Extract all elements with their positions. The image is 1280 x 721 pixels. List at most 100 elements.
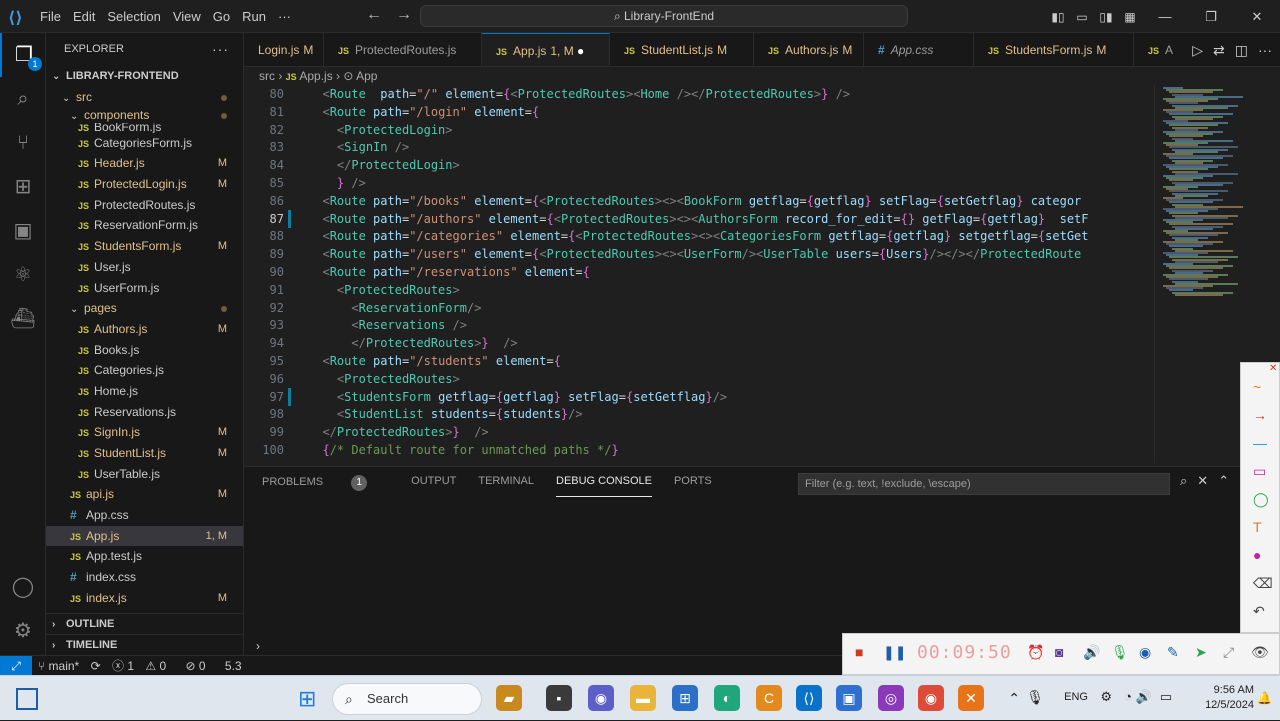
tab-output[interactable]: OUTPUT <box>411 475 456 497</box>
edge-browser-icon[interactable]: ◐ <box>714 685 740 711</box>
restore-button[interactable]: ❐ <box>1188 9 1234 25</box>
tab-studentsform-js[interactable]: JS StudentsForm.js M <box>974 33 1134 66</box>
ellipse-tool-icon[interactable]: ◯ <box>1253 491 1269 508</box>
menu-view[interactable]: View <box>167 9 207 24</box>
docker-icon[interactable]: ⛴ <box>0 297 46 341</box>
code-line[interactable]: 84 </ProtectedLogin> <box>244 156 1154 174</box>
wifi-icon[interactable]: ◔ <box>1124 689 1132 704</box>
code-line[interactable]: 95 <Route path="/students" element={ <box>244 352 1154 370</box>
notification-bell-icon[interactable]: 🔔 <box>1257 691 1272 705</box>
close-annotation-icon[interactable]: ✕ <box>1269 363 1277 374</box>
file-header-js[interactable]: JS Header.js M <box>46 153 243 174</box>
menu-go[interactable]: Go <box>207 9 236 24</box>
pen-icon[interactable]: ✎ <box>1167 644 1179 661</box>
files-app-icon[interactable]: ▪ <box>546 685 572 711</box>
line-tool-icon[interactable]: — <box>1253 435 1267 451</box>
rectangle-tool-icon[interactable]: ▭ <box>1253 463 1266 480</box>
code-line[interactable]: 85 } /> <box>244 174 1154 192</box>
code-line[interactable]: 99 </ProtectedRoutes>} /> <box>244 423 1154 441</box>
file-studentlist-js[interactable]: JS StudentList.js M <box>46 443 243 464</box>
debug-filter-input[interactable]: Filter (e.g. text, !exclude, \escape) <box>798 473 1170 495</box>
vscode-taskbar-icon[interactable]: ⟨⟩ <box>796 685 822 711</box>
teams-app-icon[interactable]: ◉ <box>588 685 614 711</box>
code-line[interactable]: 90 <Route path="/reservations" element={ <box>244 263 1154 281</box>
extensions-icon[interactable]: ⊞ <box>0 165 46 209</box>
code-line[interactable]: 100 {/* Default route for unmatched path… <box>244 441 1154 459</box>
file-protectedlogin-js[interactable]: JS ProtectedLogin.js M <box>46 174 243 195</box>
tab-app-js[interactable]: JS App.js 1, M ● <box>482 33 610 66</box>
ports-status[interactable]: ⊘ 0 <box>185 659 213 673</box>
code-line[interactable]: 83 <SignIn /> <box>244 138 1154 156</box>
resize-icon[interactable]: ⤢ <box>1223 644 1234 661</box>
curve-tool-icon[interactable]: ~ <box>1253 379 1261 395</box>
briefcase-app-icon[interactable]: ▰ <box>496 685 522 711</box>
forward-arrow-icon[interactable]: → <box>396 6 412 23</box>
version-status[interactable]: 5.3 <box>225 659 242 673</box>
microphone-tray-icon[interactable]: 🎙 <box>1026 689 1044 706</box>
search-view-icon[interactable]: ⌕ <box>0 77 46 121</box>
clear-console-icon[interactable]: ✕ <box>1197 473 1208 488</box>
maximize-panel-icon[interactable]: ⌃ <box>1218 473 1229 488</box>
file-home-js[interactable]: JS Home.js <box>46 381 243 402</box>
file-app-js[interactable]: JS App.js 1, M <box>46 525 243 547</box>
split-editor-icon[interactable]: ◫ <box>1235 42 1248 58</box>
file-index-js[interactable]: JS index.js M <box>46 588 243 609</box>
cursor-icon[interactable]: ➤ <box>1195 644 1207 661</box>
taskbar-clock[interactable]: 9:56 AM 12/5/2024 <box>1205 683 1254 713</box>
alarm-icon[interactable]: ⏰ <box>1027 644 1044 661</box>
stop-record-icon[interactable]: ■ <box>855 644 863 660</box>
text-tool-icon[interactable]: T <box>1253 519 1262 535</box>
run-icon[interactable]: ▷ <box>1192 42 1203 58</box>
outline-section[interactable]: › OUTLINE <box>46 613 243 634</box>
file-studentsform-js[interactable]: JS StudentsForm.js M <box>46 236 243 257</box>
code-line[interactable]: 98 <StudentList students={students}/> <box>244 405 1154 423</box>
file-books-js[interactable]: JS Books.js <box>46 340 243 361</box>
code-line[interactable]: 92 <ReservationForm/> <box>244 299 1154 317</box>
code-line[interactable]: 93 <Reservations /> <box>244 316 1154 334</box>
toggle-panel-icon[interactable]: ▭ <box>1070 10 1094 24</box>
number-tool-icon[interactable]: ● <box>1253 547 1261 563</box>
minimize-button[interactable]: — <box>1142 9 1188 24</box>
file-bookform-js[interactable]: JS BookForm.js <box>46 123 243 133</box>
code-line[interactable]: 97 <StudentsForm getflag={getflag} setFl… <box>244 387 1154 406</box>
task-view-icon[interactable] <box>16 688 38 710</box>
unsaved-dot-icon[interactable]: ● <box>574 44 584 58</box>
command-center-search[interactable]: ⌕ Library-FrontEnd <box>420 5 908 27</box>
folder-components[interactable]: ⌄ components <box>46 108 243 123</box>
remote-explorer-icon[interactable]: ▣ <box>0 209 46 253</box>
file-app-css[interactable]: # App.css <box>46 505 243 526</box>
outlook-app-icon[interactable]: ▣ <box>836 685 862 711</box>
timeline-section[interactable]: › TIMELINE <box>46 634 243 655</box>
arrow-tool-icon[interactable]: → <box>1253 407 1267 423</box>
search-icon[interactable]: ⌕ <box>1180 473 1187 488</box>
problems-status[interactable]: ⓧ 1 ⚠ 0 <box>112 659 174 673</box>
speaker-icon[interactable]: 🔊 <box>1083 644 1100 661</box>
tab-problems[interactable]: PROBLEMS 1 <box>262 475 389 497</box>
file-app-test-js[interactable]: JS App.test.js <box>46 546 243 567</box>
tab-studentlist-js[interactable]: JS StudentList.js M <box>610 33 754 66</box>
file-authors-js[interactable]: JS Authors.js M <box>46 319 243 340</box>
file-api-js[interactable]: JS api.js M <box>46 484 243 505</box>
file-categoriesform-js[interactable]: JS CategoriesForm.js <box>46 133 243 154</box>
more-actions-icon[interactable]: ··· <box>212 33 229 66</box>
breadcrumb-file[interactable]: App.js <box>299 69 332 83</box>
code-line[interactable]: 87 <Route path="/authors" element={<Prot… <box>244 209 1154 228</box>
branch-status[interactable]: ⑂ main* ⟳ <box>38 659 101 673</box>
tab-protectedroutes-js[interactable]: JS ProtectedRoutes.js <box>324 33 482 66</box>
customize-layout-icon[interactable]: ▦ <box>1118 10 1142 24</box>
breadcrumb-symbol[interactable]: App <box>356 69 377 83</box>
menu-selection[interactable]: Selection <box>101 9 166 24</box>
project-folder[interactable]: ⌄ LIBRARY-FRONTEND <box>46 66 243 87</box>
file-categories-js[interactable]: JS Categories.js <box>46 360 243 381</box>
remote-icon[interactable]: ⤢ <box>0 656 32 676</box>
store-app-icon[interactable]: ⊞ <box>672 685 698 711</box>
tab-authors-js[interactable]: JS Authors.js M <box>754 33 864 66</box>
compare-icon[interactable]: ⇄ <box>1213 42 1225 58</box>
menu-file[interactable]: File <box>34 9 67 24</box>
code-line[interactable]: 88 <Route path="/categories" element={<P… <box>244 227 1154 245</box>
battery-icon[interactable]: ▭ <box>1160 689 1172 705</box>
webcam-toggle-icon[interactable]: ◉ <box>1139 644 1151 661</box>
show-hidden-icons[interactable]: ⌃ <box>1008 690 1020 707</box>
tab-login-js[interactable]: Login.js M <box>244 33 324 66</box>
settings-gear-icon[interactable]: ⚙ <box>0 609 46 653</box>
